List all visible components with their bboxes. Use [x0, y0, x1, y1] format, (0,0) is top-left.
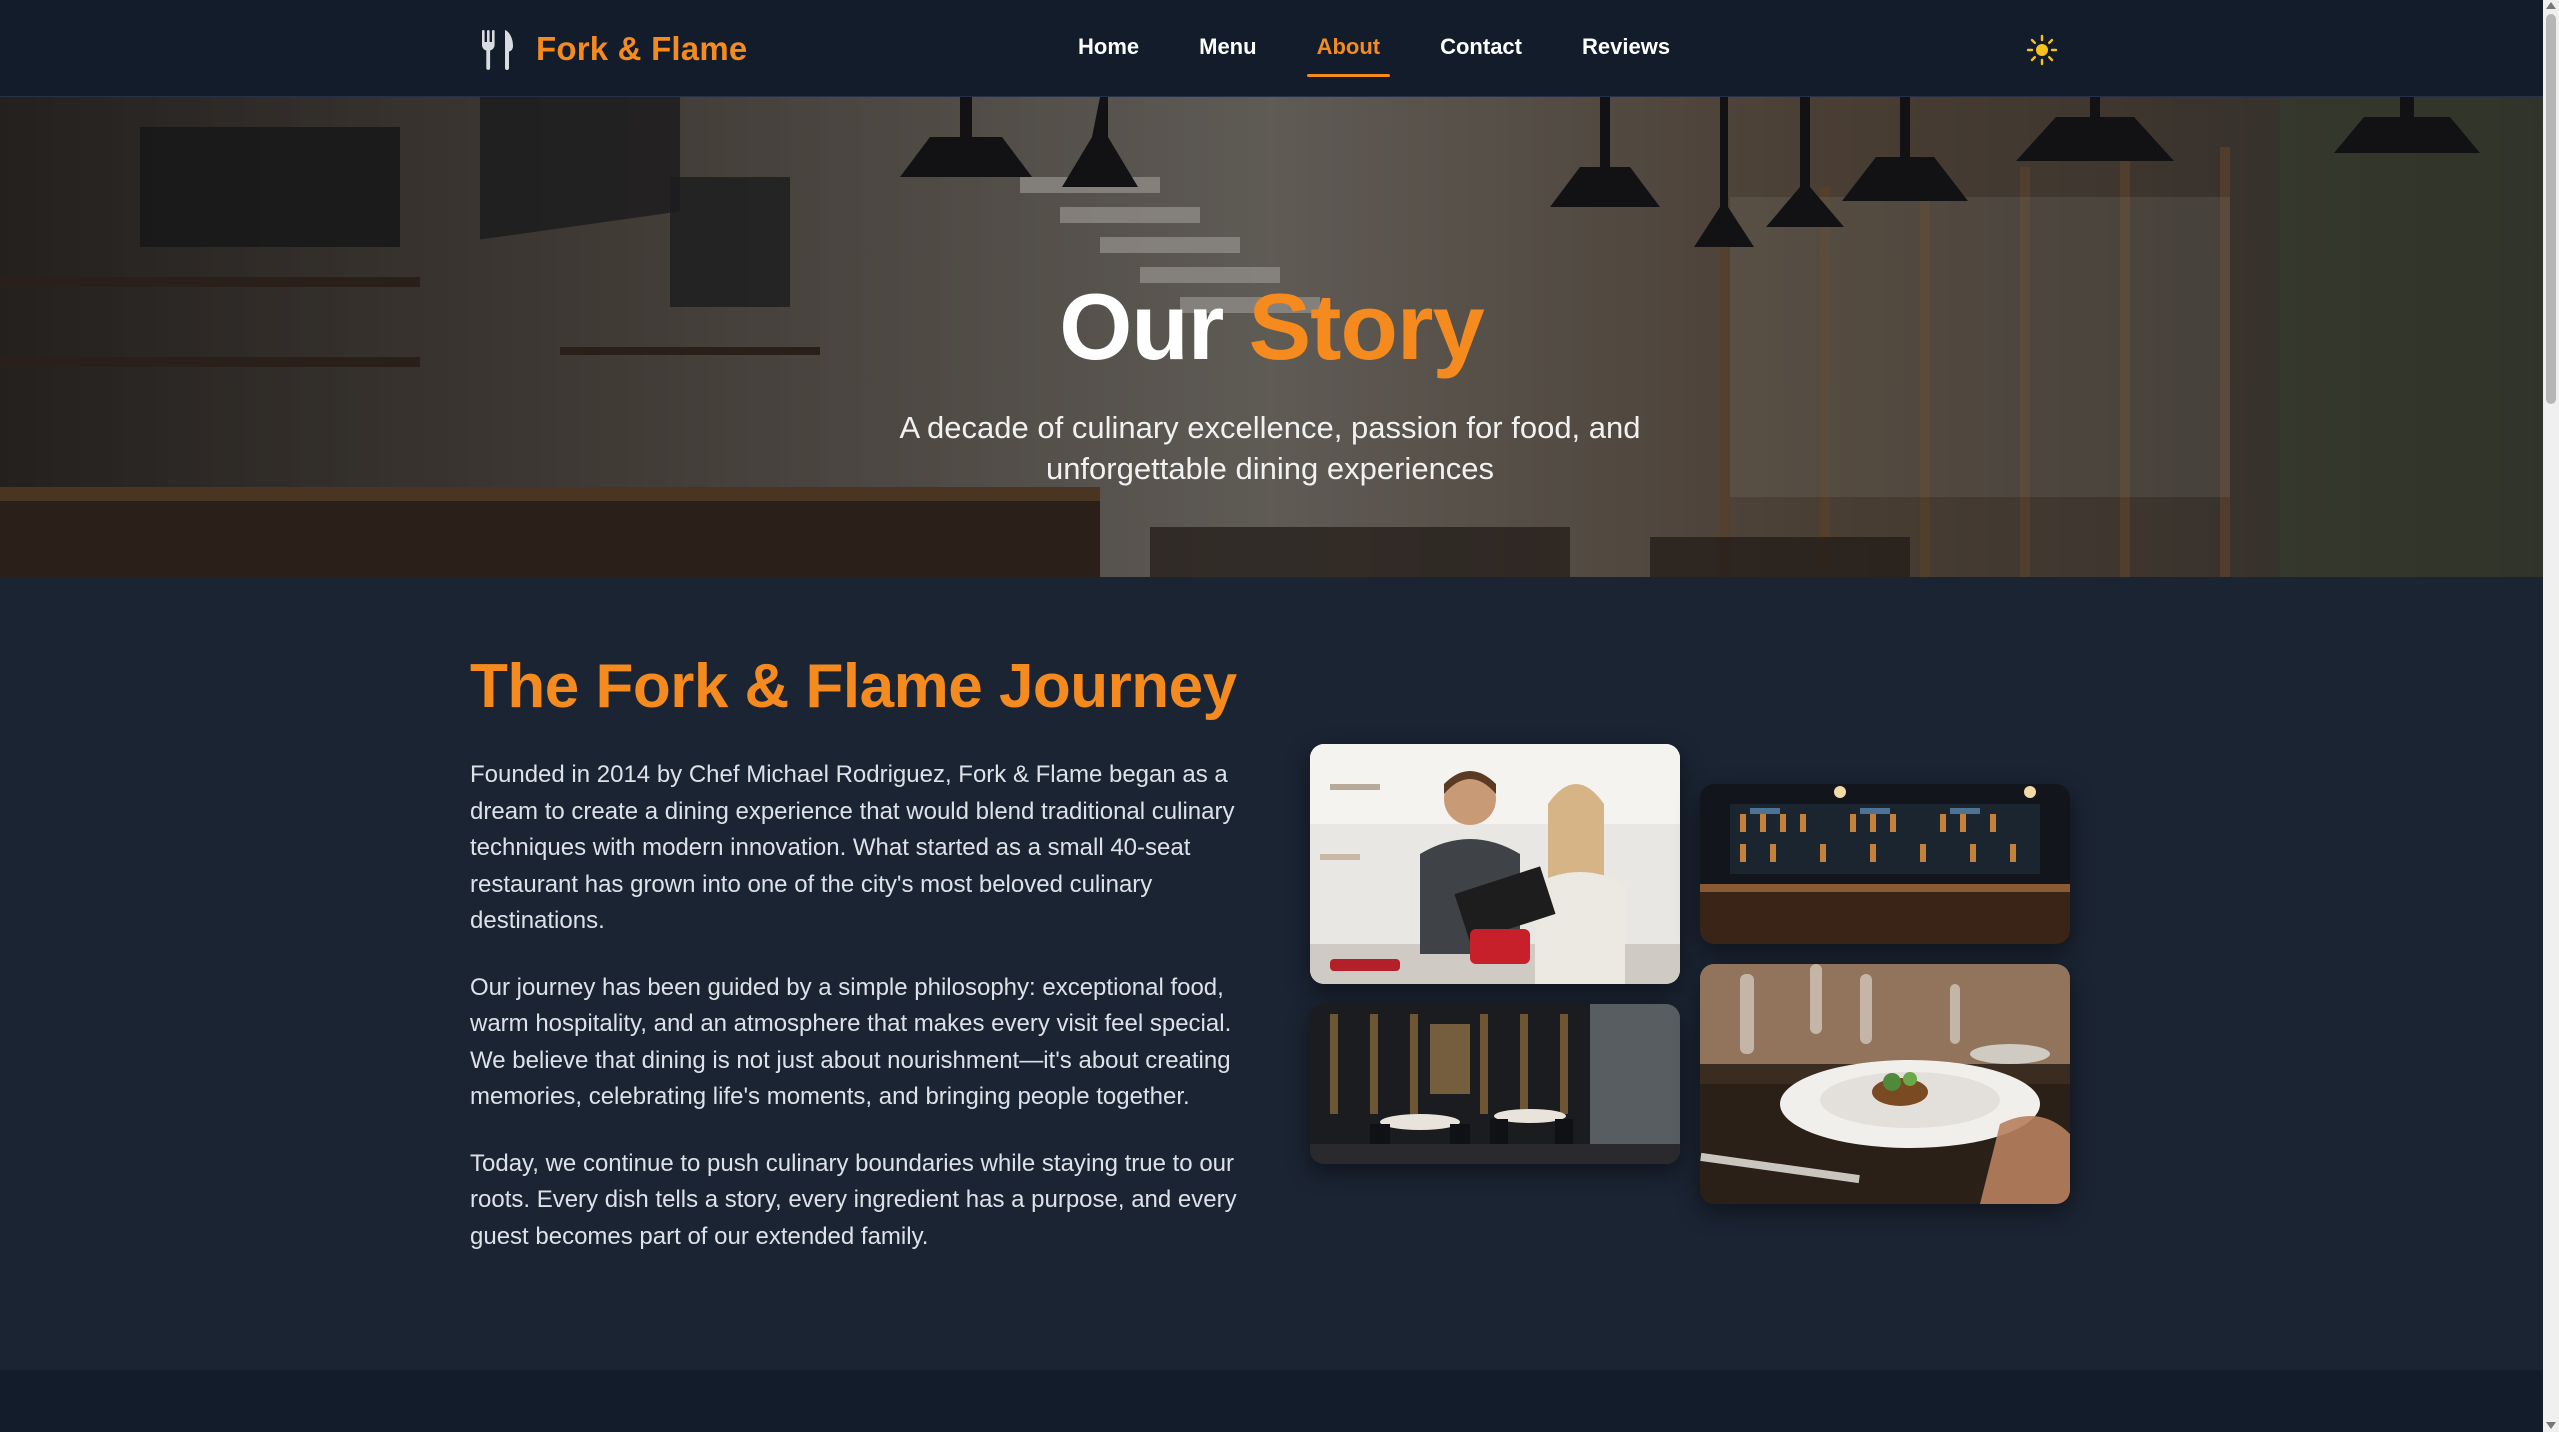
nav-contact[interactable]: Contact: [1440, 0, 1522, 97]
journey-paragraph: Today, we continue to push culinary boun…: [470, 1149, 1237, 1250]
hero-subtitle: A decade of culinary excellence, passion…: [899, 410, 1641, 486]
brand-name: Fork & Flame: [536, 30, 748, 67]
theme-toggle-button[interactable]: [2024, 32, 2060, 68]
journey-section: The Fork & Flame Journey Founded in 2014…: [0, 577, 2543, 1370]
hero-title-part1: Our: [1059, 274, 1224, 379]
nav-menu[interactable]: Menu: [1199, 0, 1256, 97]
scrollbar-thumb[interactable]: [2546, 14, 2556, 404]
bar-interior-image: [1700, 784, 2070, 944]
brand-logo-link[interactable]: Fork & Flame: [478, 26, 747, 72]
journey-title: The Fork & Flame Journey: [470, 652, 1237, 721]
nav-home[interactable]: Home: [1078, 0, 1139, 97]
hero-title-accent: Story: [1248, 274, 1484, 379]
nav-about[interactable]: About: [1306, 0, 1390, 97]
page-scrollbar[interactable]: [2543, 0, 2559, 1432]
plated-dish-image: [1700, 964, 2070, 1204]
fork-knife-icon: [482, 30, 513, 70]
journey-paragraph: Founded in 2014 by Chef Michael Rodrigue…: [470, 761, 1235, 934]
main-nav: Home Menu About Contact Reviews: [1078, 0, 1730, 97]
hero-section: Our Story A decade of culinary excellenc…: [0, 97, 2543, 577]
nav-reviews[interactable]: Reviews: [1582, 0, 1670, 97]
dining-room-image: [1310, 1004, 1680, 1164]
chefs-cooking-image: [1310, 744, 1680, 984]
sun-icon: [2026, 34, 2058, 66]
journey-paragraph: Our journey has been guided by a simple …: [470, 973, 1232, 1111]
scroll-down-arrow-icon[interactable]: [2546, 1422, 2556, 1429]
next-section-band: [0, 1370, 2543, 1432]
navbar: Fork & Flame Home Menu About Contact Rev…: [0, 0, 2543, 97]
scroll-up-arrow-icon[interactable]: [2546, 2, 2556, 9]
journey-text: Founded in 2014 by Chef Michael Rodrigue…: [470, 757, 1240, 1285]
hero-title: Our Story: [0, 273, 2543, 381]
